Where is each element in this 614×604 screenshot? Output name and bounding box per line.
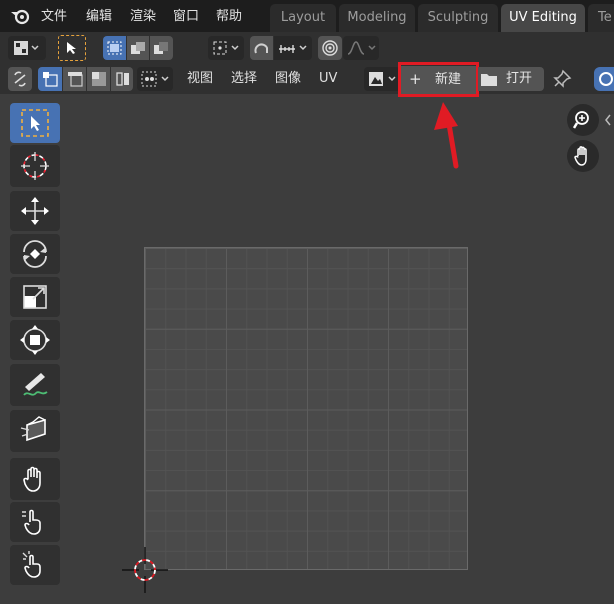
pan-button[interactable] [567,140,599,172]
tab-texture-paint[interactable]: Te [588,4,614,32]
select-box-icon [21,109,49,137]
tool-annotate[interactable] [10,364,60,406]
selection-mode-group [103,36,173,60]
relax-icon [22,509,41,535]
pivot-point-dropdown[interactable] [208,36,244,60]
island-select-button[interactable] [111,67,133,91]
tab-modeling[interactable]: Modeling [339,4,415,32]
open-image-label: 打开 [506,71,533,86]
menu-image[interactable]: 图像 [275,64,301,94]
menu-view[interactable]: 视图 [187,64,213,94]
zoom-icon [573,111,589,129]
top-menu-bar: 文件 编辑 渲染 窗口 帮助 Layout Modeling Sculpting… [0,0,614,32]
mode-set-button[interactable] [103,36,126,60]
move-icon [21,197,49,225]
2d-cursor-icon[interactable] [122,547,168,593]
menu-edit[interactable]: 编辑 [86,0,112,32]
tool-transform[interactable] [10,320,60,360]
tab-layout[interactable]: Layout [270,4,336,32]
rotate-icon [23,240,47,268]
editor-header: 视图 选择 图像 UV + 新建 打开 [0,62,614,97]
tab-uv-editing[interactable]: UV Editing [501,4,585,32]
tool-grab[interactable] [10,458,60,500]
editor-type-button[interactable] [8,36,46,60]
tool-settings-header [0,32,614,64]
browse-image-dropdown[interactable] [364,67,400,91]
proportional-editing-button[interactable] [318,36,342,60]
tool-pinch[interactable] [10,545,60,585]
transform-icon [20,325,50,355]
mode-extend-button[interactable] [127,36,149,60]
menu-select[interactable]: 选择 [231,64,257,94]
menu-uv[interactable]: UV [319,64,337,94]
pin-icon[interactable] [552,69,572,89]
menu-file[interactable]: 文件 [41,0,67,32]
rip-region-icon [20,416,46,442]
mode-subtract-button[interactable] [150,36,173,60]
hand-icon [574,146,587,166]
scale-icon [23,285,47,309]
tab-sculpting[interactable]: Sculpting [418,4,498,32]
blender-logo-icon[interactable] [10,7,30,29]
tool-cursor[interactable] [10,145,60,187]
cursor-icon [21,152,49,180]
snap-toggle-button[interactable] [250,36,273,60]
tool-rip-region[interactable] [10,410,60,452]
highlight-box [398,62,479,97]
face-select-button[interactable] [87,67,110,91]
menu-help[interactable]: 帮助 [216,0,242,32]
tool-move[interactable] [10,191,60,231]
vertex-select-button[interactable] [38,67,62,91]
sync-selection-button[interactable] [8,67,32,91]
chevron-left-icon[interactable] [602,112,614,128]
tool-scale[interactable] [10,277,60,317]
annotate-icon [23,373,48,396]
edge-select-button[interactable] [63,67,86,91]
select-tool-indicator[interactable] [58,35,86,61]
falloff-dropdown[interactable] [343,36,379,60]
menu-render[interactable]: 渲染 [130,0,156,32]
overlay-toggle-button[interactable] [594,67,614,91]
annotation-arrow [432,100,466,170]
uv-grid[interactable] [144,247,468,570]
tool-rotate[interactable] [10,234,60,274]
open-image-button[interactable]: 打开 [478,67,544,91]
menu-window[interactable]: 窗口 [173,0,199,32]
folder-icon [481,74,497,86]
zoom-button[interactable] [567,104,599,136]
grab-icon [23,466,41,492]
snap-target-dropdown[interactable] [274,36,312,60]
sticky-selection-dropdown[interactable] [137,67,173,91]
tool-relax[interactable] [10,502,60,542]
tool-select-box[interactable] [10,103,60,143]
pinch-icon [22,551,41,578]
